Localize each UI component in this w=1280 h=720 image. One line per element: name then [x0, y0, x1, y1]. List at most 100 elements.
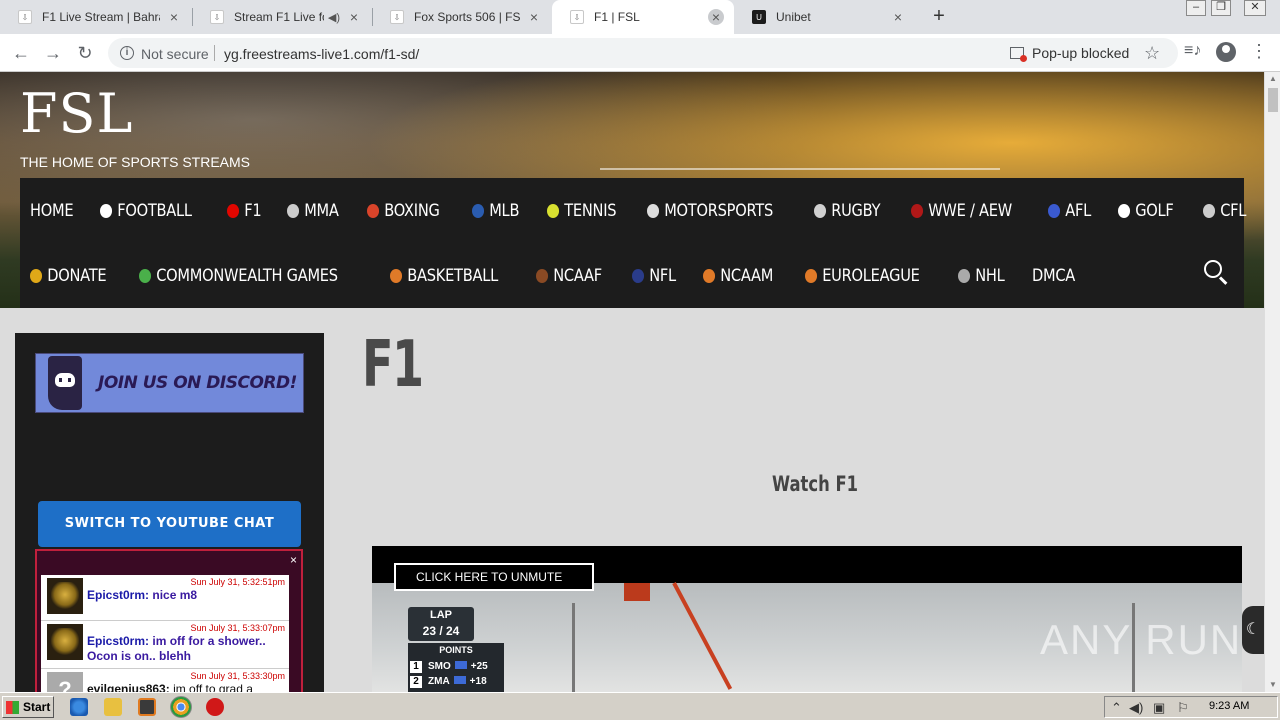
nav-item-donate[interactable]: DONATE	[30, 266, 107, 286]
popup-blocked-label: Pop-up blocked	[1032, 45, 1130, 61]
nav-item-label: MMA	[304, 200, 339, 221]
network-icon[interactable]: ▣	[1153, 700, 1165, 716]
unmute-button[interactable]: CLICK HERE TO UNMUTE	[394, 563, 594, 591]
back-button[interactable]: ←	[10, 42, 32, 64]
close-icon[interactable]: ×	[346, 9, 362, 25]
discord-banner[interactable]: JOIN US ON DISCORD!	[35, 353, 304, 413]
nav-item-label: CFL	[1219, 200, 1246, 221]
nav-item-afl[interactable]: AFL	[1048, 201, 1091, 221]
chrome-icon[interactable]	[170, 696, 192, 718]
tab-f1-live-stream[interactable]: ⇩ F1 Live Stream | Bahrain ×	[0, 0, 192, 34]
nav-item-wwe-aew[interactable]: WWE / AEW	[910, 200, 1012, 221]
tab-unibet[interactable]: U Unibet ×	[734, 0, 916, 34]
close-icon[interactable]: ×	[890, 9, 906, 25]
search-icon[interactable]	[1204, 260, 1230, 286]
boxing-glove-icon	[367, 203, 380, 218]
url-text[interactable]: yg.freestreams-live1.com/f1-sd/	[224, 46, 419, 62]
scroll-down-arrow-icon[interactable]: ▼	[1265, 678, 1280, 692]
nav-item-f1[interactable]: F1	[227, 201, 262, 221]
antivirus-icon[interactable]	[206, 698, 224, 716]
nav-item-boxing[interactable]: BOXING	[367, 201, 440, 221]
nav-item-label: NCAAM	[720, 265, 774, 286]
nav-item-rugby[interactable]: RUGBY	[813, 200, 880, 221]
nav-item-label: MOTORSPORTS	[664, 200, 774, 221]
tennis-ball-icon	[546, 203, 559, 218]
volume-icon[interactable]: ◀)	[1129, 700, 1143, 716]
avatar	[47, 624, 83, 660]
page-scrollbar[interactable]: ▲ ▼	[1264, 72, 1280, 692]
nav-item-tennis[interactable]: TENNIS	[546, 201, 616, 221]
nav-item-label: COMMONWEALTH GAMES	[156, 265, 338, 286]
chat-messages[interactable]: Sun July 31, 5:32:51pm Epicst0rm: nice m…	[41, 575, 289, 692]
switch-to-youtube-chat-button[interactable]: SWITCH TO YOUTUBE CHAT	[38, 501, 301, 547]
internet-explorer-icon[interactable]	[70, 698, 88, 716]
minimize-button[interactable]: –	[1186, 0, 1206, 16]
nav-item-ncaam[interactable]: NCAAM	[703, 265, 774, 286]
site-logo[interactable]: FSL	[20, 82, 133, 145]
popup-blocked-indicator[interactable]: Pop-up blocked	[1010, 45, 1130, 62]
start-button[interactable]: Start	[2, 696, 54, 718]
chat-username[interactable]: evilgenius863:	[87, 682, 170, 692]
nav-item-basketball[interactable]: BASKETBALL	[390, 266, 498, 286]
new-tab-button[interactable]: +	[928, 5, 950, 27]
nav-item-label: EUROLEAGUE	[821, 265, 920, 286]
tab-f1-fsl[interactable]: ⇩ F1 | FSL ×	[552, 0, 734, 34]
chat-username[interactable]: Epicst0rm:	[87, 588, 149, 602]
info-icon[interactable]: i	[120, 46, 134, 60]
clock[interactable]: 9:23 AM	[1209, 700, 1249, 712]
dark-mode-toggle-icon[interactable]: ☾	[1242, 606, 1264, 654]
close-icon[interactable]: ×	[708, 9, 724, 25]
tab-fox-sports[interactable]: ⇩ Fox Sports 506 | FSL ×	[372, 0, 552, 34]
nav-item-dmca[interactable]: DMCA	[1032, 266, 1075, 286]
nav-item-home[interactable]: HOME	[30, 201, 74, 221]
scroll-up-arrow-icon[interactable]: ▲	[1265, 72, 1280, 86]
nav-item-nfl[interactable]: NFL	[632, 266, 676, 286]
tab-stream-f1[interactable]: ⇩ Stream F1 Live for F ◀) ×	[192, 0, 372, 34]
media-player-icon[interactable]	[138, 698, 156, 716]
nav-item-football[interactable]: FOOTBALL	[100, 201, 192, 221]
tab-title: Fox Sports 506 | FSL	[414, 10, 520, 24]
chat-username[interactable]: Epicst0rm:	[87, 634, 149, 648]
menu-icon[interactable]: ⋮	[1250, 40, 1268, 62]
bookmark-star-icon[interactable]: ☆	[1144, 43, 1160, 64]
nav-item-euroleague[interactable]: EUROLEAGUE	[804, 265, 920, 286]
discord-banner-label: JOIN US ON DISCORD!	[98, 373, 297, 393]
file-explorer-icon[interactable]	[104, 698, 122, 716]
f1-icon	[227, 203, 240, 218]
nav-item-cfl[interactable]: CFL	[1202, 200, 1246, 221]
scroll-thumb[interactable]	[1268, 88, 1278, 112]
restore-button[interactable]: ❐	[1211, 0, 1231, 16]
flag-icon[interactable]: ⚐	[1177, 700, 1189, 716]
basketball-icon	[804, 268, 817, 283]
profile-icon[interactable]	[1216, 42, 1236, 62]
nav-item-label: NFL	[649, 265, 677, 286]
football-icon	[100, 203, 113, 218]
nav-item-golf[interactable]: GOLF	[1118, 201, 1174, 221]
tray-expand-icon[interactable]: ⌃	[1111, 700, 1122, 716]
forward-button[interactable]: →	[42, 42, 64, 64]
nav-item-label: AFL	[1065, 200, 1092, 221]
close-icon[interactable]: ×	[526, 9, 542, 25]
sidebar: JOIN US ON DISCORD! SWITCH TO YOUTUBE CH…	[15, 333, 324, 692]
nav-item-motorsports[interactable]: MOTORSPORTS	[647, 201, 773, 221]
nav-item-mma[interactable]: MMA	[287, 201, 339, 221]
close-window-button[interactable]: ✕	[1244, 0, 1266, 16]
media-control-icon[interactable]: ≡♪	[1184, 42, 1201, 60]
reload-button[interactable]: ↻	[74, 42, 96, 64]
nav-item-commonwealth-games[interactable]: COMMONWEALTH GAMES	[138, 265, 338, 286]
avatar	[47, 578, 83, 614]
address-bar[interactable]: i Not secure yg.freestreams-live1.com/f1…	[108, 38, 1178, 68]
coin-icon	[30, 268, 43, 283]
security-status: Not secure	[141, 46, 209, 62]
nav-item-ncaaf[interactable]: NCAAF	[535, 266, 602, 286]
points-overlay: POINTS 1 SMO +25 2 ZMA +18	[408, 643, 504, 692]
nav-item-label: RUGBY	[830, 200, 880, 221]
close-icon[interactable]: ×	[166, 9, 182, 25]
nav-item-label: GOLF	[1135, 200, 1174, 221]
nav-item-label: WWE / AEW	[927, 200, 1012, 221]
close-icon[interactable]: ×	[290, 553, 297, 567]
nav-item-mlb[interactable]: MLB	[471, 201, 519, 221]
nav-item-nhl[interactable]: NHL	[958, 266, 1005, 286]
speaker-icon[interactable]: ◀)	[328, 11, 340, 24]
anyrun-watermark: ANY RUN	[1040, 616, 1243, 663]
